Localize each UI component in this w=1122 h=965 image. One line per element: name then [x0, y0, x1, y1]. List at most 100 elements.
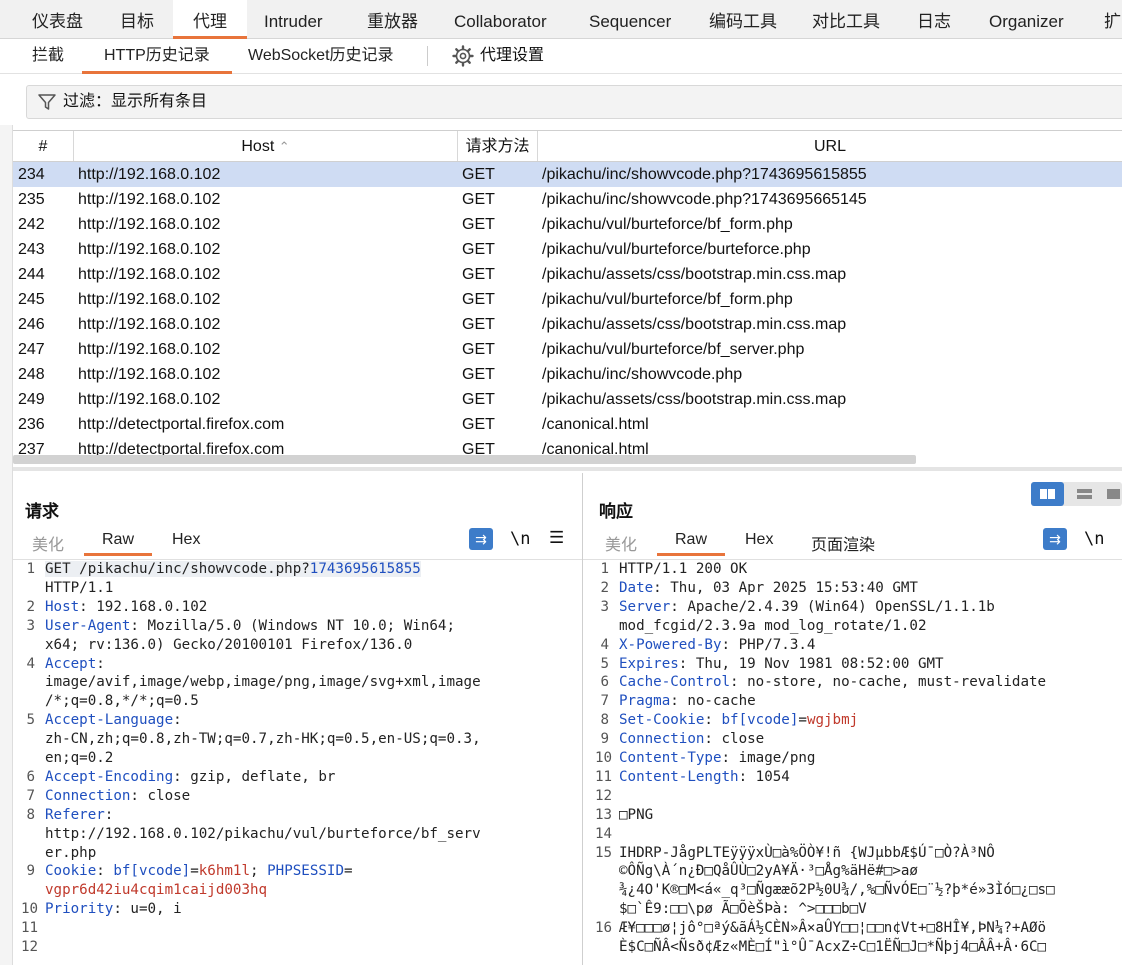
line-number: 16: [595, 920, 613, 937]
tab-organizer[interactable]: Organizer: [989, 0, 1064, 38]
table-row[interactable]: 248 http://192.168.0.102 GET/pikachu/inc/s…: [13, 362, 1122, 387]
table-row[interactable]: 247 http://192.168.0.102 GET/pikachu/vul/b…: [13, 337, 1122, 362]
tab-target[interactable]: 目标: [120, 0, 154, 38]
code-text: mod_fcgid/2.3.9a mod_log_rotate/1.02: [619, 617, 927, 634]
subtab-http-history[interactable]: HTTP历史记录: [82, 39, 232, 74]
tab-dashboard[interactable]: 仪表盘: [32, 0, 83, 38]
tab-decoder[interactable]: 编码工具: [709, 0, 777, 38]
code-line: Expires: Thu, 19 Nov 1981 08:52:00 GMT: [619, 656, 944, 672]
show-newlines-icon[interactable]: \n: [1084, 529, 1104, 549]
code-text: HTTP/1.1 200 OK: [619, 561, 748, 577]
pane-splitter[interactable]: [13, 467, 1122, 471]
row-method: GET: [462, 366, 495, 383]
code-line: http://192.168.0.102/pikachu/vul/burtefo…: [45, 826, 481, 842]
tab-repeater[interactable]: 重放器: [367, 0, 418, 38]
row-host: http://192.168.0.102: [78, 341, 221, 358]
code-text: IHDRP-JågPLTEÿÿÿxÙ□à%ÖÒ¥!ñ {WJµbbÆ$Ú¯□Ò?…: [619, 844, 995, 861]
header-value-highlight: vgpr6d42iu4cqim1caijd003hq: [45, 882, 268, 899]
code-text: ©ÔÑg\À´n¿Ð□QåÛÙ□2yA¥Ä·³□Åg%äHë#□>aø: [619, 863, 918, 880]
row-method: GET: [462, 191, 495, 208]
proxy-sub-tab-bar: 拦截 HTTP历史记录 WebSocket历史记录 代理设置: [0, 39, 1122, 74]
header-name: Content-Length: [619, 768, 739, 785]
code-text: :: [704, 712, 722, 729]
line-number: 11: [595, 768, 613, 785]
subtab-divider: [427, 46, 428, 66]
code-text: ;: [250, 863, 268, 880]
code-text: ¾¿4O'K®□M<á«_q³□Ñgææõ2P½0U¾/,%□ÑvÓE□¨½?þ…: [619, 882, 1055, 899]
line-number: 6: [26, 768, 35, 785]
row-number: 245: [18, 291, 45, 308]
table-row[interactable]: 234 http://192.168.0.102 GET/pikachu/inc/s…: [13, 162, 1122, 187]
table-row[interactable]: 246 http://192.168.0.102 GET/pikachu/asset…: [13, 312, 1122, 337]
row-number: 244: [18, 266, 45, 283]
horizontal-scrollbar[interactable]: [13, 455, 916, 464]
line-number: 4: [600, 636, 609, 653]
subtab-intercept[interactable]: 拦截: [32, 39, 64, 71]
code-line: Cookie: bf[vcode]=k6hm1l; PHPSESSID=: [45, 863, 353, 879]
host-header-label: Host: [241, 138, 275, 155]
wrap-lines-icon[interactable]: ⇉: [1043, 528, 1067, 550]
row-url: /canonical.html: [542, 416, 649, 433]
tab-intruder[interactable]: Intruder: [264, 0, 323, 38]
left-side-panel-edge: [0, 125, 13, 965]
menu-icon[interactable]: ☰: [549, 528, 564, 548]
request-tab-raw[interactable]: Raw: [84, 531, 153, 556]
layout-side-by-side-button[interactable]: [1031, 482, 1064, 506]
response-tab-hex[interactable]: Hex: [745, 531, 773, 549]
response-tab-render[interactable]: 页面渲染: [811, 531, 875, 555]
show-newlines-icon[interactable]: \n: [510, 529, 530, 549]
column-header-host[interactable]: Host ⌃: [74, 131, 458, 161]
header-name: Accept-Encoding: [45, 768, 174, 785]
table-row[interactable]: 236 http://detectportal.firefox.com GET/ca…: [13, 412, 1122, 437]
request-tab-hex[interactable]: Hex: [172, 531, 200, 549]
subtab-websocket-history[interactable]: WebSocket历史记录: [248, 39, 394, 71]
tab-collaborator[interactable]: Collaborator: [454, 0, 547, 38]
code-text: : image/png: [721, 750, 816, 766]
header-name: Cache-Control: [619, 674, 731, 691]
code-line: Host: 192.168.0.102: [45, 599, 207, 615]
line-number: 15: [595, 844, 613, 861]
code-line: en;q=0.2: [45, 750, 113, 766]
row-host: http://192.168.0.102: [78, 391, 221, 408]
header-name: X-Powered-By: [619, 636, 722, 653]
table-row[interactable]: 249 http://192.168.0.102 GET/pikachu/asset…: [13, 387, 1122, 412]
layout-stacked-button[interactable]: [1068, 482, 1101, 506]
code-line: È$C□ÑÂ<Ñsð¢Æz«MÈ□Í"ì°Û¯AcxZ÷C□1ËÑ□J□*Ñþj…: [619, 939, 1046, 955]
line-number: 9: [600, 731, 609, 748]
response-tab-pretty[interactable]: 美化: [605, 531, 637, 555]
table-row[interactable]: 243 http://192.168.0.102 GET/pikachu/vul/b…: [13, 237, 1122, 262]
tab-extensions[interactable]: 扩: [1104, 0, 1121, 38]
row-url: /pikachu/assets/css/bootstrap.min.css.ma…: [542, 391, 847, 408]
line-number: 6: [600, 674, 609, 691]
code-text: : no-store, no-cache, must-revalidate: [730, 674, 1047, 691]
header-name: Connection: [45, 787, 131, 804]
column-header-url[interactable]: URL: [538, 131, 1122, 161]
column-header-method[interactable]: 请求方法: [458, 131, 538, 161]
code-line: Set-Cookie: bf[vcode]=wgjbmj: [619, 712, 858, 728]
filter-bar[interactable]: 过滤：显示所有条目: [26, 85, 1122, 119]
table-row[interactable]: 244 http://192.168.0.102 GET/pikachu/asset…: [13, 262, 1122, 287]
layout-single-button[interactable]: [1103, 482, 1122, 506]
table-row[interactable]: 245 http://192.168.0.102 GET/pikachu/vul/b…: [13, 287, 1122, 312]
tab-proxy[interactable]: 代理: [173, 0, 247, 39]
tab-comparer[interactable]: 对比工具: [812, 0, 880, 38]
table-row[interactable]: 235 http://192.168.0.102 GET/pikachu/inc/s…: [13, 187, 1122, 212]
code-line: Referer:: [45, 807, 113, 823]
row-host: http://192.168.0.102: [78, 191, 221, 208]
code-text: È$C□ÑÂ<Ñsð¢Æz«MÈ□Í"ì°Û¯AcxZ÷C□1ËÑ□J□*Ñþj…: [619, 939, 1047, 955]
code-text: HTTP/1.1: [45, 579, 114, 596]
line-number: 12: [595, 787, 613, 804]
wrap-lines-icon[interactable]: ⇉: [469, 528, 493, 550]
gear-icon: [452, 45, 474, 67]
response-tab-raw[interactable]: Raw: [657, 531, 726, 556]
code-text: http://192.168.0.102/pikachu/vul/burtefo…: [45, 825, 481, 842]
tab-sequencer[interactable]: Sequencer: [589, 0, 671, 38]
header-name: User-Agent: [45, 617, 131, 634]
row-host: http://192.168.0.102: [78, 291, 221, 308]
table-row[interactable]: 242 http://192.168.0.102 GET/pikachu/vul/b…: [13, 212, 1122, 237]
tab-logger[interactable]: 日志: [917, 0, 951, 38]
table-header: # Host ⌃ 请求方法 URL: [13, 131, 1122, 162]
column-header-number[interactable]: #: [13, 131, 74, 161]
request-tab-pretty[interactable]: 美化: [32, 531, 64, 555]
code-text: en;q=0.2: [45, 750, 114, 766]
